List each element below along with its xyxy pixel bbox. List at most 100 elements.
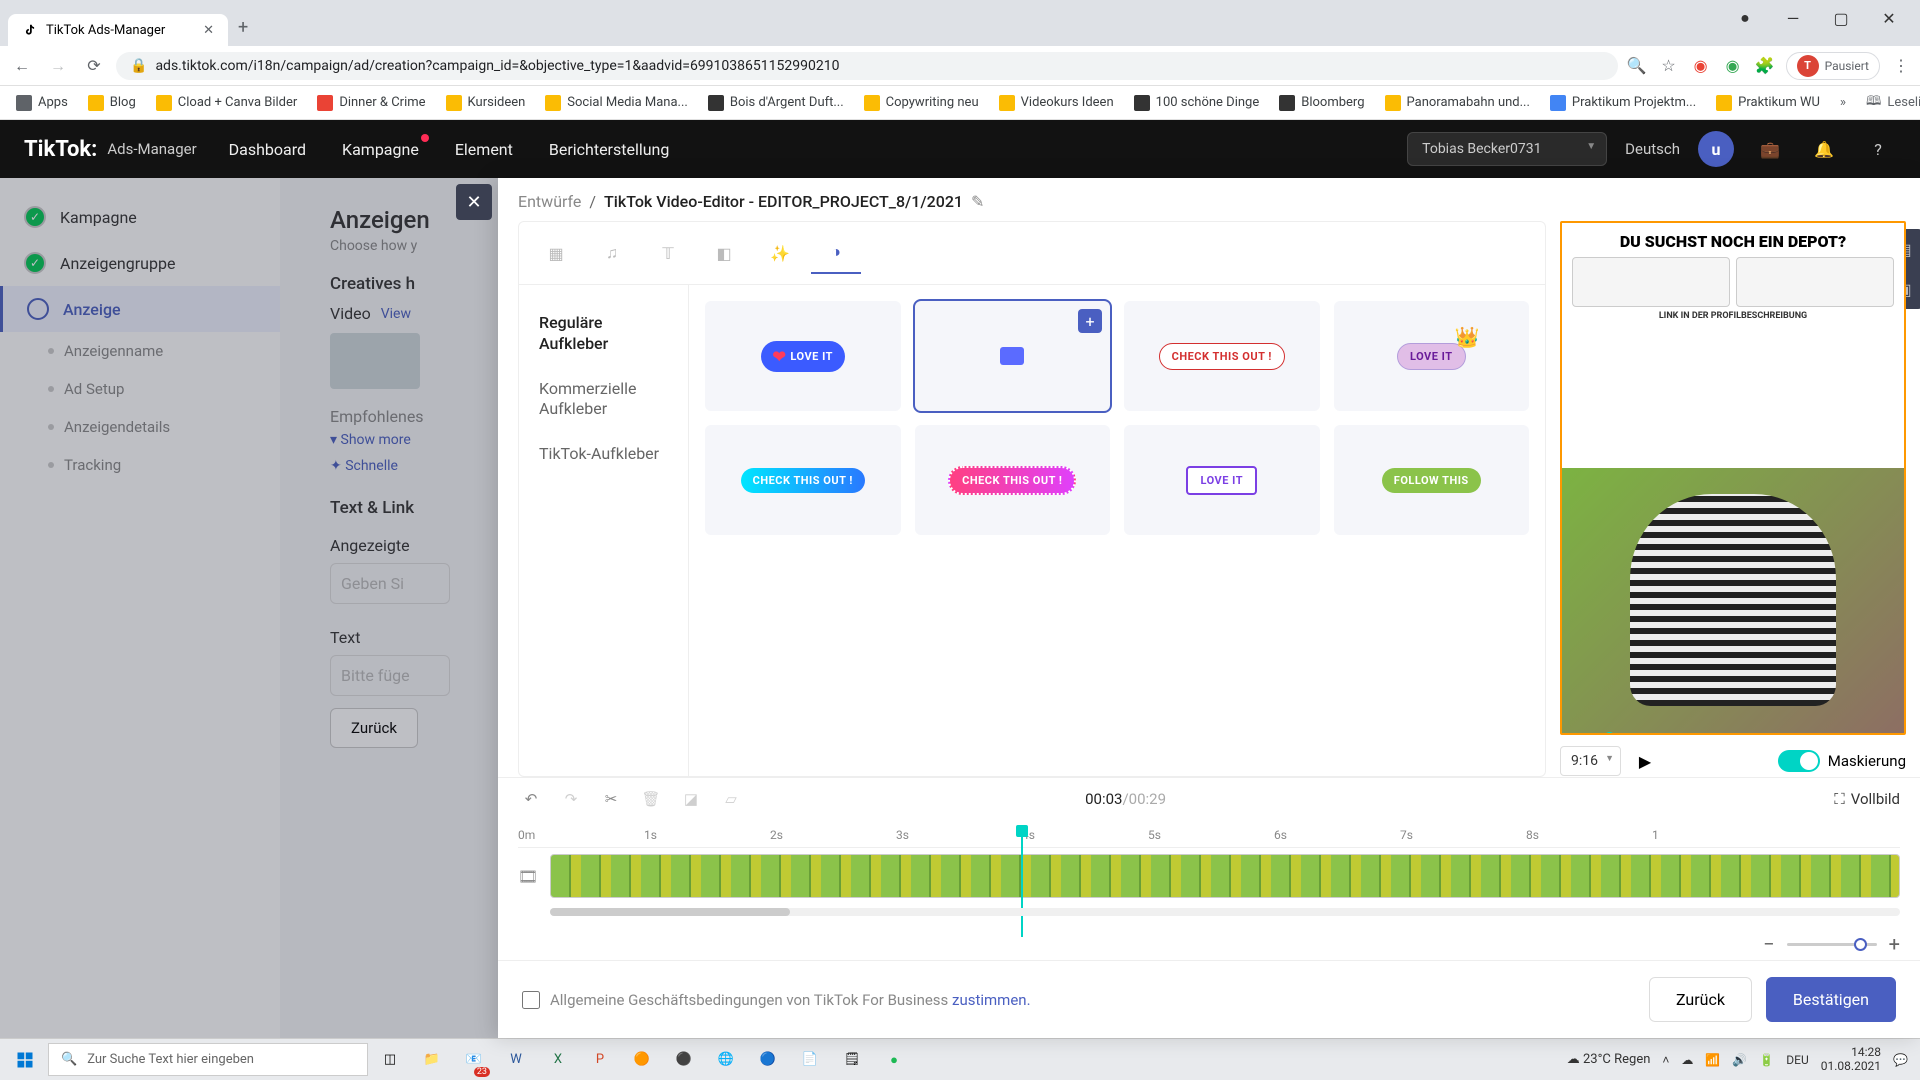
fullscreen-button[interactable]: ⛶ Vollbild: [1834, 790, 1900, 808]
tiktok-logo[interactable]: TikTok: Ads-Manager: [24, 137, 197, 162]
task-view-icon[interactable]: ◫: [370, 1039, 410, 1081]
tab-effects-icon[interactable]: ✨: [755, 232, 805, 274]
onedrive-icon[interactable]: ☁: [1681, 1053, 1693, 1067]
forward-button[interactable]: →: [44, 52, 72, 80]
nav-bericht[interactable]: Berichterstellung: [549, 140, 670, 159]
sticker-item[interactable]: FOLLOW THIS: [1334, 425, 1530, 535]
language-selector[interactable]: Deutsch: [1625, 140, 1680, 158]
erase-icon[interactable]: ◪: [678, 786, 704, 812]
aspect-ratio-select[interactable]: 9:16: [1560, 746, 1621, 776]
bookmark-apps[interactable]: Apps: [8, 91, 76, 115]
tab-stickers-icon[interactable]: ◑: [811, 232, 861, 274]
extension-icon-1[interactable]: ◉: [1690, 55, 1712, 77]
maximize-button[interactable]: ▢: [1818, 2, 1864, 34]
video-track[interactable]: [550, 854, 1900, 898]
bookmark-item[interactable]: Videokurs Ideen: [991, 91, 1122, 115]
menu-dots-icon[interactable]: ⋮: [1890, 55, 1912, 77]
bookmark-item[interactable]: Bloomberg: [1271, 91, 1372, 115]
start-button[interactable]: [4, 1039, 46, 1081]
notifications-icon[interactable]: 💬: [1893, 1053, 1908, 1067]
explorer-icon[interactable]: 📁: [412, 1039, 452, 1081]
tab-media-icon[interactable]: ▦: [531, 232, 581, 274]
cat-tiktok[interactable]: TikTok-Aufkleber: [529, 432, 678, 477]
sticker-item[interactable]: LOVE IT: [1124, 425, 1320, 535]
keyboard-lang[interactable]: DEU: [1786, 1053, 1808, 1067]
chrome-icon[interactable]: 🌐: [706, 1039, 746, 1081]
weather-widget[interactable]: ☁ 23°C Regen: [1567, 1052, 1651, 1067]
sticker-item[interactable]: +: [915, 301, 1111, 411]
crop-tool-icon[interactable]: ▱: [718, 786, 744, 812]
mask-toggle[interactable]: [1778, 750, 1820, 772]
help-icon[interactable]: ?: [1860, 131, 1896, 167]
confirm-button[interactable]: Bestätigen: [1766, 977, 1896, 1022]
tab-text-icon[interactable]: 𝕋: [643, 232, 693, 274]
close-modal-button[interactable]: ✕: [456, 184, 492, 220]
powerpoint-icon[interactable]: P: [580, 1039, 620, 1081]
bookmark-item[interactable]: Praktikum WU: [1708, 91, 1828, 115]
bookmark-item[interactable]: Cload + Canva Bilder: [148, 91, 306, 115]
zoom-out-button[interactable]: −: [1763, 932, 1774, 956]
wifi-icon[interactable]: 📶: [1705, 1053, 1720, 1067]
zoom-icon[interactable]: 🔍: [1626, 55, 1648, 77]
volume-icon[interactable]: 🔊: [1732, 1053, 1747, 1067]
bookmark-item[interactable]: 100 schöne Dinge: [1126, 91, 1268, 115]
account-selector[interactable]: Tobias Becker0731: [1407, 132, 1607, 166]
bookmark-item[interactable]: Bois d'Argent Duft...: [700, 91, 852, 115]
bookmark-star-icon[interactable]: ☆: [1658, 55, 1680, 77]
crumb-entwuerfe[interactable]: Entwürfe: [518, 192, 581, 211]
play-button[interactable]: ▶: [1629, 745, 1661, 777]
taskbar-clock[interactable]: 14:28 01.08.2021: [1821, 1046, 1881, 1072]
video-preview[interactable]: DU SUCHST NOCH EIN DEPOT? LINK IN DER PR…: [1560, 221, 1906, 735]
nav-kampagne[interactable]: Kampagne: [342, 140, 419, 159]
tab-music-icon[interactable]: ♫: [587, 232, 637, 274]
browser-tab[interactable]: TikTok Ads-Manager ✕: [8, 14, 228, 46]
zoom-slider[interactable]: [1787, 943, 1877, 946]
profile-paused[interactable]: T Pausiert: [1786, 52, 1880, 80]
bookmark-item[interactable]: Copywriting neu: [856, 91, 987, 115]
bookmark-item[interactable]: Dinner & Crime: [309, 91, 433, 115]
battery-icon[interactable]: 🔋: [1759, 1053, 1774, 1067]
taskbar-search[interactable]: 🔍 Zur Suche Text hier eingeben: [48, 1043, 368, 1076]
extensions-puzzle-icon[interactable]: 🧩: [1754, 55, 1776, 77]
nav-element[interactable]: Element: [455, 140, 513, 159]
playhead[interactable]: [1021, 831, 1023, 937]
sticker-item[interactable]: CHECK THIS OUT !: [915, 425, 1111, 535]
tray-chevron-icon[interactable]: ˄: [1662, 1053, 1669, 1067]
tab-transition-icon[interactable]: ◧: [699, 232, 749, 274]
undo-icon[interactable]: ↶: [518, 786, 544, 812]
timeline-ruler[interactable]: 0m 1s 2s 3s 4s 5s 6s 7s 8s 1: [518, 824, 1900, 848]
reading-list[interactable]: 🕮 Leseliste: [1858, 92, 1920, 114]
redo-icon[interactable]: ↷: [558, 786, 584, 812]
cat-regulaere[interactable]: Reguläre Aufkleber: [529, 301, 678, 367]
bookmark-item[interactable]: Praktikum Projektm...: [1542, 91, 1704, 115]
excel-icon[interactable]: X: [538, 1039, 578, 1081]
sticker-item[interactable]: 👑 LOVE IT: [1334, 301, 1530, 411]
delete-icon[interactable]: 🗑: [638, 786, 664, 812]
reload-button[interactable]: ⟳: [80, 52, 108, 80]
app-icon[interactable]: 🟠: [622, 1039, 662, 1081]
zoom-in-button[interactable]: +: [1889, 932, 1900, 956]
back-button[interactable]: ←: [8, 52, 36, 80]
sticker-item[interactable]: ❤LOVE IT: [705, 301, 901, 411]
nav-dashboard[interactable]: Dashboard: [229, 140, 306, 159]
new-tab-button[interactable]: +: [228, 9, 258, 46]
spotify-icon[interactable]: ●: [874, 1039, 914, 1081]
cut-icon[interactable]: ✂: [598, 786, 624, 812]
bookmark-item[interactable]: Panoramabahn und...: [1377, 91, 1538, 115]
app-icon-2[interactable]: 📄: [790, 1039, 830, 1081]
mail-icon[interactable]: 📧23: [454, 1039, 494, 1081]
sticker-item[interactable]: CHECK THIS OUT !: [1124, 301, 1320, 411]
word-icon[interactable]: W: [496, 1039, 536, 1081]
bookmark-item[interactable]: Kursideen: [438, 91, 534, 115]
back-button[interactable]: Zurück: [1649, 977, 1752, 1022]
agb-checkbox[interactable]: Allgemeine Geschäftsbedingungen von TikT…: [522, 991, 1031, 1009]
cat-kommerzielle[interactable]: Kommerzielle Aufkleber: [529, 367, 678, 433]
add-sticker-button[interactable]: +: [1078, 309, 1102, 333]
bookmark-item[interactable]: Blog: [80, 91, 144, 115]
close-window-button[interactable]: ✕: [1866, 2, 1912, 34]
pencil-icon[interactable]: ✎: [971, 192, 984, 211]
edge-icon[interactable]: 🔵: [748, 1039, 788, 1081]
agb-link[interactable]: zustimmen.: [948, 991, 1030, 1009]
sticker-item[interactable]: CHECK THIS OUT !: [705, 425, 901, 535]
url-bar[interactable]: 🔒 ads.tiktok.com/i18n/campaign/ad/creati…: [116, 52, 1618, 80]
